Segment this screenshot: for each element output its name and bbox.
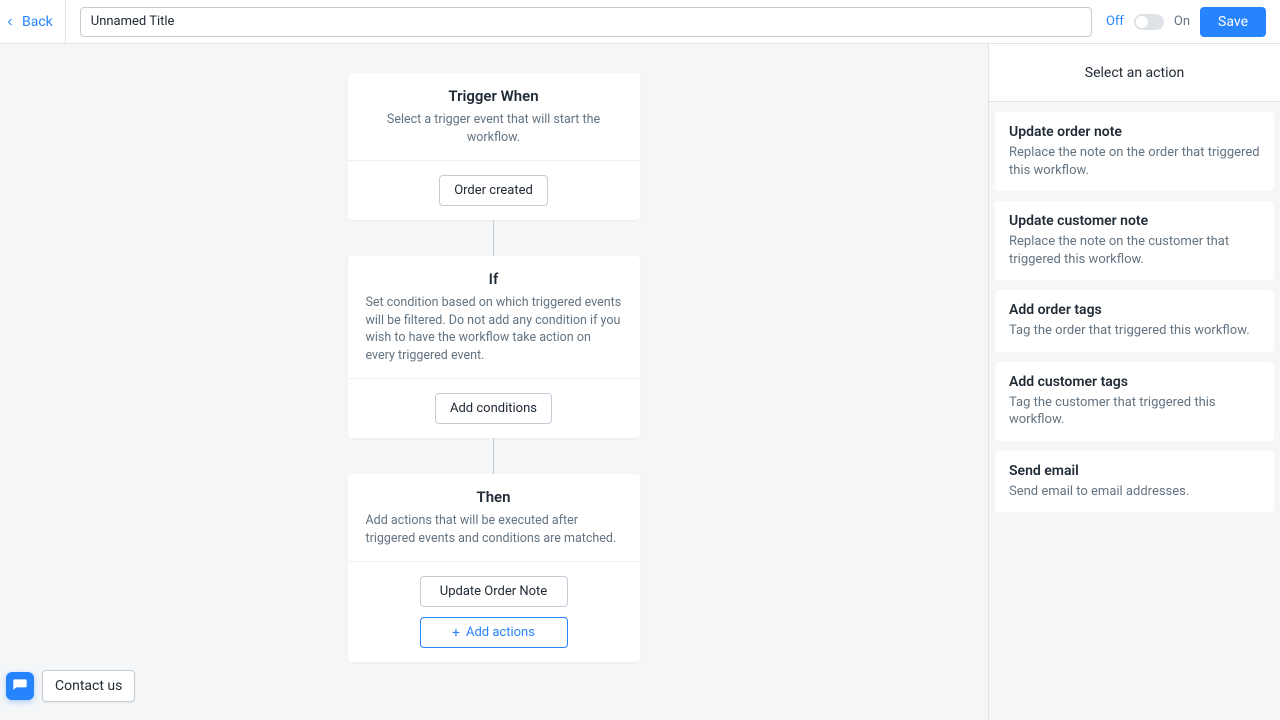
workflow-canvas: Trigger When Select a trigger event that… (0, 44, 987, 720)
then-desc: Add actions that will be executed after … (366, 512, 622, 547)
action-option-title: Send email (1009, 463, 1260, 479)
action-option-update-order-note[interactable]: Update order note Replace the note on th… (995, 112, 1274, 191)
action-option-update-customer-note[interactable]: Update customer note Replace the note on… (995, 201, 1274, 280)
contact-widget: Contact us (6, 670, 135, 702)
if-block: If Set condition based on which triggere… (348, 256, 640, 438)
topbar: Back Off On Save (0, 0, 1280, 44)
action-option-send-email[interactable]: Send email Send email to email addresses… (995, 451, 1274, 513)
action-option-desc: Tag the customer that triggered this wor… (1009, 394, 1260, 429)
action-option-desc: Replace the note on the order that trigg… (1009, 144, 1260, 179)
if-title: If (366, 270, 622, 288)
trigger-title: Trigger When (366, 87, 622, 105)
add-actions-label: Add actions (466, 625, 535, 640)
workflow-enabled-toggle[interactable] (1134, 14, 1164, 30)
save-button[interactable]: Save (1200, 7, 1266, 37)
then-title: Then (366, 488, 622, 506)
action-option-title: Add customer tags (1009, 374, 1260, 390)
connector-line (493, 438, 494, 474)
trigger-desc: Select a trigger event that will start t… (366, 111, 622, 146)
plus-icon: + (452, 626, 460, 640)
contact-us-button[interactable]: Contact us (42, 670, 135, 702)
action-panel: Select an action Update order note Repla… (988, 44, 1280, 720)
chat-icon (12, 678, 28, 694)
if-desc: Set condition based on which triggered e… (366, 294, 622, 364)
topbar-controls: Off On Save (1106, 7, 1280, 37)
action-update-order-note-button[interactable]: Update Order Note (420, 576, 568, 607)
action-panel-header: Select an action (989, 44, 1280, 102)
trigger-event-button[interactable]: Order created (439, 175, 548, 206)
arrow-left-icon (4, 16, 16, 28)
chat-launcher[interactable] (6, 672, 34, 700)
action-option-title: Update customer note (1009, 213, 1260, 229)
then-block: Then Add actions that will be executed a… (348, 474, 640, 662)
action-option-add-order-tags[interactable]: Add order tags Tag the order that trigge… (995, 290, 1274, 352)
add-conditions-button[interactable]: Add conditions (435, 393, 552, 424)
action-option-desc: Tag the order that triggered this workfl… (1009, 322, 1260, 340)
action-option-add-customer-tags[interactable]: Add customer tags Tag the customer that … (995, 362, 1274, 441)
workflow-title-input[interactable] (80, 7, 1092, 37)
action-option-desc: Replace the note on the customer that tr… (1009, 233, 1260, 268)
add-actions-button[interactable]: + Add actions (420, 617, 568, 648)
toggle-on-label: On (1174, 14, 1190, 29)
action-option-desc: Send email to email addresses. (1009, 483, 1260, 501)
toggle-off-label: Off (1106, 14, 1124, 29)
back-label: Back (22, 14, 53, 30)
trigger-block: Trigger When Select a trigger event that… (348, 73, 640, 220)
connector-line (493, 220, 494, 256)
back-button[interactable]: Back (0, 0, 66, 43)
action-option-title: Update order note (1009, 124, 1260, 140)
action-option-title: Add order tags (1009, 302, 1260, 318)
